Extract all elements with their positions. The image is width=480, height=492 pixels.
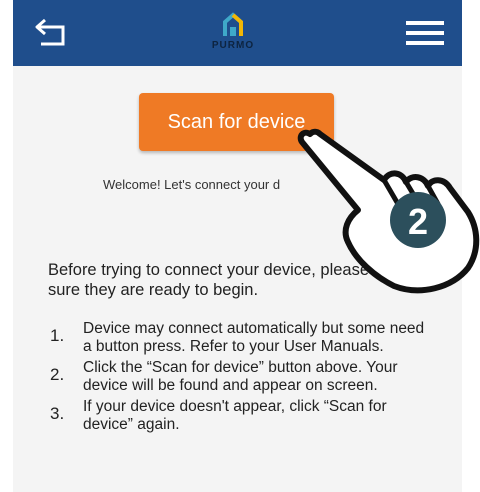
- step-number: 2.: [50, 365, 65, 384]
- step-badge: 2: [408, 201, 428, 242]
- menu-button[interactable]: [406, 18, 444, 48]
- brand-name: PURMO: [211, 40, 255, 51]
- purmo-house-logo-icon: [223, 12, 243, 36]
- step-number: 1.: [50, 326, 65, 345]
- back-button[interactable]: [33, 16, 69, 50]
- instruction-step-2: 2. Click the “Scan for device” button ab…: [48, 359, 428, 395]
- step-number: 3.: [50, 404, 65, 423]
- step-text: Click the “Scan for device” button above…: [83, 359, 398, 394]
- back-arrow-icon: [35, 18, 65, 46]
- instructions-list: 1. Device may connect automatically but …: [48, 320, 428, 437]
- step-text: Device may connect automatically but som…: [83, 320, 425, 355]
- tap-hand-icon: 2: [297, 128, 480, 294]
- hamburger-menu-icon: [406, 21, 444, 45]
- header-bar: PURMO: [13, 0, 462, 66]
- instruction-step-3: 3. If your device doesn't appear, click …: [48, 398, 428, 434]
- step-text: If your device doesn't appear, click “Sc…: [83, 398, 387, 433]
- purmo-logo: PURMO: [203, 10, 263, 58]
- instruction-step-1: 1. Device may connect automatically but …: [48, 320, 428, 356]
